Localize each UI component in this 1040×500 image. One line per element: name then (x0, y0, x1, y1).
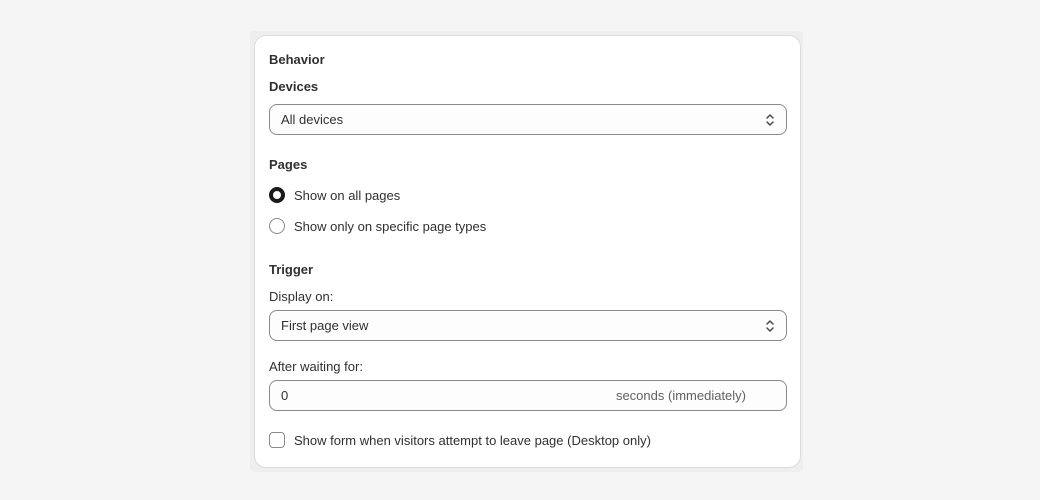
devices-select[interactable]: All devices (269, 104, 787, 135)
radio-button-unchecked[interactable] (269, 218, 285, 234)
exit-intent-label: Show form when visitors attempt to leave… (294, 432, 651, 448)
chevron-up-down-icon (766, 320, 774, 332)
pages-heading: Pages (269, 157, 308, 172)
after-waiting-label: After waiting for: (269, 359, 363, 374)
radio-all-pages[interactable]: Show on all pages (269, 185, 400, 205)
behavior-card: Behavior Devices All devices Pages Show … (254, 35, 801, 468)
display-on-label: Display on: (269, 289, 334, 304)
radio-specific-pages[interactable]: Show only on specific page types (269, 216, 486, 236)
wait-seconds-suffix: seconds (immediately) (615, 388, 746, 403)
devices-select-value: All devices (281, 112, 344, 127)
display-on-select[interactable]: First page view (269, 310, 787, 341)
exit-intent-checkbox-row[interactable]: Show form when visitors attempt to leave… (269, 430, 651, 450)
wait-seconds-value: 0 (281, 388, 289, 403)
radio-button-checked[interactable] (269, 187, 285, 203)
wait-seconds-input[interactable]: 0 seconds (immediately) (269, 380, 787, 411)
exit-intent-checkbox[interactable] (269, 432, 285, 448)
card-title: Behavior (269, 52, 325, 67)
radio-all-pages-label: Show on all pages (294, 187, 401, 203)
devices-heading: Devices (269, 79, 319, 94)
chevron-up-down-icon (766, 114, 774, 126)
radio-specific-pages-label: Show only on specific page types (294, 218, 487, 234)
trigger-heading: Trigger (269, 262, 314, 277)
display-on-select-value: First page view (281, 318, 369, 333)
